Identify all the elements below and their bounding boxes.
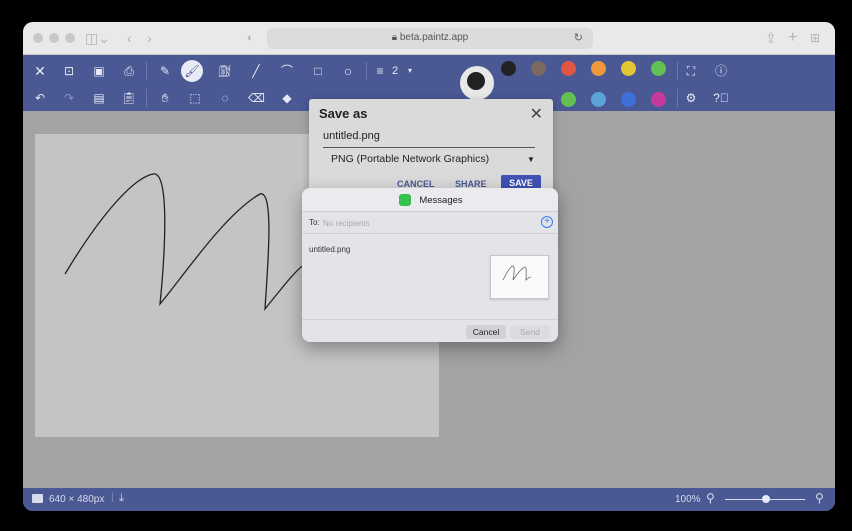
help-icon[interactable]: ?⃝ [713,91,729,105]
lock-icon: 🔒︎ [391,32,398,43]
primary-color-swatch[interactable] [465,70,487,92]
color-swatch-orange[interactable] [591,61,606,76]
toolbar-divider [366,62,367,80]
dialog-title: Save as [319,106,368,121]
curve-icon[interactable]: ⌒ [279,64,295,78]
reload-icon[interactable]: ↻ [574,31,583,44]
status-divider: | [111,492,114,503]
undo-icon[interactable]: ↶ [32,91,48,105]
browser-window: ◫⌄ ‹ › ◐ 🔒︎ beta.paintz.app ↻ ⇪ + ⊞ ✕ ⊡ … [23,22,835,511]
close-window-button[interactable] [33,33,43,43]
zoom-slider-handle[interactable] [762,495,770,503]
add-recipient-icon[interactable]: + [541,216,553,228]
color-swatch-lightblue[interactable] [591,92,606,107]
free-select-icon[interactable]: ◌ [217,91,233,105]
tab-overview-icon[interactable]: ⊞ [810,29,820,47]
save-icon[interactable]: ▣ [91,64,107,78]
toolbar-divider [146,89,147,107]
close-icon[interactable]: ✕ [32,64,48,78]
brush-icon[interactable]: 🖌︎ [181,60,203,82]
pan-icon[interactable]: ✋︎ [157,91,173,105]
attachment-thumbnail [490,255,549,299]
open-file-icon[interactable]: ⊡ [61,64,77,78]
color-swatch-green[interactable] [651,61,666,76]
cursor-position-icon: ⤓ [119,492,124,504]
line-width-icon[interactable]: ≡ [372,64,388,78]
cut-icon[interactable]: ▤ [91,91,107,105]
cancel-button[interactable]: Cancel [466,325,506,339]
color-swatch-black[interactable] [501,61,516,76]
back-icon[interactable]: ‹ [127,29,132,47]
color-swatch-yellow[interactable] [621,61,636,76]
zoom-window-button[interactable] [65,33,75,43]
info-icon[interactable]: ⓘ [713,64,729,78]
ellipse-icon[interactable]: ○ [340,64,356,78]
select-rectangle-icon[interactable]: ⬚ [187,91,203,105]
canvas-dimensions: 640 × 480px [49,494,105,505]
sheet-header: Messages [302,188,558,212]
pencil-icon[interactable]: ✎ [157,64,173,78]
color-swatch-blue[interactable] [621,92,636,107]
toolbar-divider [677,89,678,107]
print-icon[interactable]: ⎙ [121,64,137,78]
toolbar-divider [146,62,147,80]
color-swatch-red[interactable] [561,61,576,76]
address-url: beta.paintz.app [399,32,469,43]
privacy-shield-icon[interactable]: ◐ [247,29,254,47]
toolbar-divider [677,62,678,80]
recipient-input[interactable] [323,217,523,229]
share-icon[interactable]: ⇪ [765,29,777,47]
fullscreen-icon[interactable]: ⛶ [683,64,699,78]
forward-icon[interactable]: › [147,29,152,47]
zoom-in-icon[interactable]: ⚲ [815,491,824,505]
sheet-title: Messages [419,195,463,206]
sheet-footer: Cancel Send [302,319,558,342]
sidebar-toggle-icon[interactable]: ◫⌄ [85,29,110,47]
color-swatch-brown[interactable] [531,61,546,76]
minimize-window-button[interactable] [49,33,59,43]
status-bar: 640 × 480px | ⤓ 100% ⚲ ⚲ [23,488,835,511]
settings-icon[interactable]: ⚙ [683,91,699,105]
line-icon[interactable]: ╱ [248,64,264,78]
brush-size-value[interactable]: 2 [387,64,403,78]
filename-field[interactable]: untitled.png [323,130,535,148]
rectangle-icon[interactable]: □ [310,64,326,78]
zoom-level: 100% [675,494,701,505]
close-icon[interactable]: ✕ [530,104,543,124]
eraser-icon[interactable]: ⌫ [248,91,265,105]
file-type-select[interactable]: PNG (Portable Network Graphics) [331,153,489,165]
to-label: To: [309,218,320,227]
color-swatch-magenta[interactable] [651,92,666,107]
redo-icon[interactable]: ↷ [61,91,77,105]
thumbnail-preview [502,265,532,281]
paint-bucket-icon[interactable]: ⛽︎ [217,64,233,78]
recipient-row: To: + [302,212,558,234]
messages-share-sheet: Messages To: + untitled.png Cancel Send [302,188,558,342]
zoom-out-icon[interactable]: ⚲ [706,491,715,505]
chevron-down-icon[interactable]: ▼ [527,155,535,164]
color-swatch-lightgreen[interactable] [561,92,576,107]
address-bar[interactable]: 🔒︎ beta.paintz.app ↻ [267,28,593,49]
fill-icon[interactable]: ◆ [279,91,295,105]
new-tab-icon[interactable]: + [788,29,797,47]
send-button[interactable]: Send [510,325,550,339]
browser-titlebar: ◫⌄ ‹ › ◐ 🔒︎ beta.paintz.app ↻ ⇪ + ⊞ [23,22,835,55]
image-size-icon [32,494,43,503]
paste-icon[interactable]: 📋︎ [121,91,137,105]
attachment-name: untitled.png [309,245,351,254]
chevron-down-icon[interactable]: ▾ [402,64,418,78]
